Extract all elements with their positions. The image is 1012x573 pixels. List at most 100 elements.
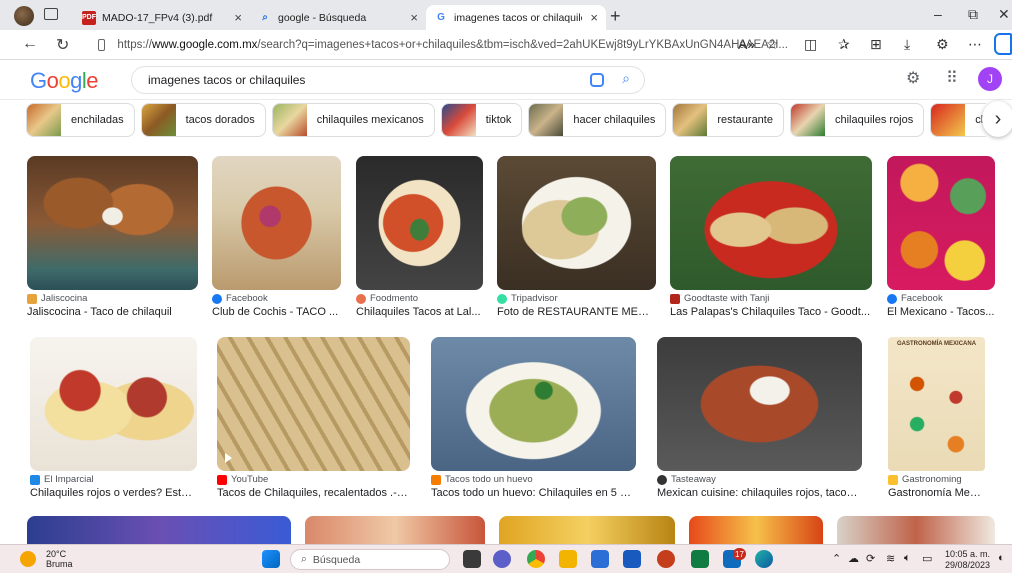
image-result[interactable]: Goodtaste with Tanji Las Palapas's Chila… (670, 156, 872, 318)
result-thumbnail[interactable] (27, 516, 291, 544)
downloads-icon[interactable]: ⤓ (904, 36, 910, 53)
edge-icon[interactable] (755, 550, 773, 568)
chip-tacos-dorados[interactable]: tacos dorados (140, 103, 266, 137)
excel-icon[interactable] (691, 550, 709, 568)
image-result[interactable] (837, 516, 995, 544)
chip-partial[interactable]: cl (930, 103, 986, 137)
image-result[interactable]: YouTube Tacos de Chilaquiles, recalentad… (217, 337, 410, 499)
image-result[interactable]: Tacos todo un huevo Tacos todo un huevo:… (431, 337, 636, 499)
word-icon[interactable] (623, 550, 641, 568)
tab-images-active[interactable]: G imagenes tacos or chilaquiles - B × (426, 5, 606, 30)
result-caption[interactable]: Tacos todo un huevo: Chilaquiles en 5 mi… (431, 487, 636, 499)
image-result[interactable] (499, 516, 675, 544)
result-thumbnail[interactable] (499, 516, 675, 544)
result-caption[interactable]: Las Palapas's Chilaquiles Taco - Goodt..… (670, 306, 872, 318)
apps-grid-icon[interactable]: ⠿ (946, 68, 958, 88)
result-thumbnail[interactable] (837, 516, 995, 544)
tab-google-search[interactable]: ⌕ google - Búsqueda × (250, 5, 426, 30)
chip-tiktok[interactable]: tiktok (440, 103, 523, 137)
volume-icon[interactable]: 🔈︎ (904, 552, 911, 565)
cloud-icon[interactable]: ☁ (848, 552, 859, 565)
result-caption[interactable]: Foto de RESTAURANTE MEXIC... (497, 306, 656, 318)
google-logo[interactable]: Google (30, 68, 99, 94)
result-thumbnail[interactable] (657, 337, 862, 471)
more-menu-icon[interactable]: ⋯ (968, 36, 982, 53)
result-thumbnail[interactable] (497, 156, 656, 290)
image-result[interactable]: Facebook El Mexicano - Tacos... (887, 156, 995, 318)
result-caption[interactable]: El Mexicano - Tacos... (887, 306, 995, 318)
image-result[interactable] (689, 516, 823, 544)
onedrive-icon[interactable]: ⟳ (866, 552, 875, 565)
wifi-icon[interactable]: ≋ (886, 552, 895, 565)
chip-enchiladas[interactable]: enchiladas (26, 103, 135, 137)
result-caption[interactable]: Jaliscocina - Taco de chilaquil (27, 306, 198, 318)
search-input[interactable]: imagenes tacos or chilaquiles ⌕ (131, 66, 645, 94)
restore-button[interactable]: ⧉ (968, 6, 978, 23)
image-result[interactable]: Foodmento Chilaquiles Tacos at Lal... (356, 156, 483, 318)
system-clock[interactable]: 10:05 a. m. 29/08/2023 (945, 549, 990, 571)
powerpoint-icon[interactable] (657, 550, 675, 568)
chip-hacer-chilaquiles[interactable]: hacer chilaquiles (528, 103, 667, 137)
result-thumbnail[interactable] (670, 156, 872, 290)
result-thumbnail[interactable] (887, 156, 995, 290)
image-result[interactable] (27, 516, 291, 544)
result-caption[interactable]: Chilaquiles Tacos at Lal... (356, 306, 483, 318)
bing-copilot-icon[interactable] (994, 33, 1012, 55)
close-tab-icon[interactable]: × (590, 10, 598, 25)
result-thumbnail[interactable] (305, 516, 485, 544)
tab-pdf[interactable]: PDF MADO-17_FPv4 (3).pdf × (74, 5, 250, 30)
battery-icon[interactable]: ▭ (922, 552, 932, 565)
chip-restaurante[interactable]: restaurante (672, 103, 784, 137)
new-tab-button[interactable]: + (610, 6, 621, 27)
chrome-icon[interactable] (527, 550, 545, 568)
result-thumbnail[interactable] (356, 156, 483, 290)
search-icon[interactable]: ⌕ (622, 70, 630, 87)
chip-chilaquiles-mexicanos[interactable]: chilaquiles mexicanos (271, 103, 435, 137)
result-caption[interactable]: Club de Cochis - TACO ... (212, 306, 341, 318)
notifications-icon[interactable]: ◐ (998, 552, 1005, 564)
result-thumbnail[interactable] (217, 337, 410, 471)
result-thumbnail[interactable] (212, 156, 341, 290)
result-thumbnail[interactable] (27, 156, 198, 290)
result-caption[interactable]: Chilaquiles rojos o verdes? Esto ... (30, 487, 197, 499)
file-explorer-icon[interactable] (559, 550, 577, 568)
refresh-icon[interactable]: ↻ (56, 35, 69, 55)
favorites-icon[interactable]: ✰ (838, 36, 850, 53)
chips-next-arrow-icon[interactable]: › (982, 101, 1012, 137)
weather-widget[interactable]: 20°C Bruma (20, 549, 73, 569)
image-result[interactable]: GASTRONOMÍA MEXICANA Gastronoming Gastro… (888, 337, 985, 499)
url-bar[interactable]: https://www.google.com.mx/search?q=image… (88, 34, 788, 56)
task-view-icon[interactable] (463, 550, 481, 568)
close-window-button[interactable]: ✕ (998, 6, 1010, 23)
google-lens-icon[interactable] (590, 73, 604, 87)
image-result[interactable] (305, 516, 485, 544)
read-aloud-icon[interactable]: A» (738, 36, 755, 52)
favorite-star-icon[interactable]: ☆ (766, 36, 779, 53)
image-result[interactable]: El Imparcial Chilaquiles rojos o verdes?… (30, 337, 197, 499)
account-avatar[interactable]: J (978, 67, 1002, 91)
split-screen-icon[interactable]: ◫ (804, 36, 817, 53)
taskbar-search[interactable]: ⌕ Búsqueda (290, 549, 450, 570)
show-hidden-icons-icon[interactable]: ⌃ (832, 552, 841, 565)
windows-start-icon[interactable] (262, 550, 280, 568)
store-icon[interactable] (591, 550, 609, 568)
image-result[interactable]: Tripadvisor Foto de RESTAURANTE MEXIC... (497, 156, 656, 318)
result-caption[interactable]: Gastronomía Mexica... (888, 487, 985, 499)
chip-chilaquiles-rojos[interactable]: chilaquiles rojos (789, 103, 925, 137)
teams-icon[interactable] (493, 550, 511, 568)
result-caption[interactable]: Mexican cuisine: chilaquiles rojos, taco… (657, 487, 862, 499)
tab-actions-icon[interactable] (44, 8, 58, 20)
image-result[interactable]: Facebook Club de Cochis - TACO ... (212, 156, 341, 318)
minimize-button[interactable]: – (934, 6, 942, 22)
collections-icon[interactable]: ⊞ (870, 36, 882, 53)
close-tab-icon[interactable]: × (234, 10, 242, 25)
image-result[interactable]: Tasteaway Mexican cuisine: chilaquiles r… (657, 337, 862, 499)
settings-gear-icon[interactable]: ⚙ (906, 68, 920, 88)
result-thumbnail[interactable]: GASTRONOMÍA MEXICANA (888, 337, 985, 471)
profile-avatar[interactable] (14, 6, 34, 26)
play-icon[interactable] (225, 453, 232, 463)
result-caption[interactable]: Tacos de Chilaquiles, recalentados .- R.… (217, 487, 410, 499)
result-thumbnail[interactable] (30, 337, 197, 471)
result-thumbnail[interactable] (689, 516, 823, 544)
extensions-icon[interactable]: ⚙ (936, 36, 949, 53)
